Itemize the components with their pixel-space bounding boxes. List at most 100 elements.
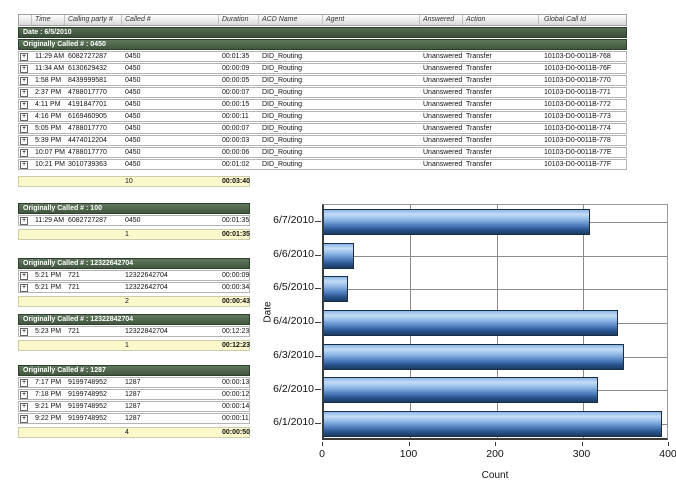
expand-row-button[interactable]: + [20, 53, 28, 61]
summary-count: 1 [122, 341, 219, 350]
call-row[interactable]: +10:07 PM4788017770045000:00:06DID_Routi… [18, 147, 627, 158]
y-tick-mark [315, 389, 321, 390]
cell-answered: Unanswered [420, 124, 463, 133]
date-group-header[interactable]: Date : 6/5/2010 [18, 27, 627, 38]
expand-cell: + [19, 271, 32, 280]
summary-count: 10 [122, 177, 219, 186]
call-row[interactable]: +5:05 PM4788017770045000:00:07DID_Routin… [18, 123, 627, 134]
cell-action: Transfer [463, 112, 539, 121]
cell-calling: 721 [65, 283, 122, 292]
cell-answered: Unanswered [420, 136, 463, 145]
cell-called: 1287 [122, 390, 219, 399]
call-row[interactable]: +4:11 PM4191847701045000:00:15DID_Routin… [18, 99, 627, 110]
column-header-answered[interactable]: Answered [420, 15, 463, 25]
call-row[interactable]: +7:17 PM9199748952128700:00:13 [18, 377, 250, 388]
summary-spacer [65, 230, 122, 239]
cell-calling: 9199748952 [65, 402, 122, 411]
expand-row-button[interactable]: + [20, 284, 28, 292]
x-tick-mark [668, 442, 669, 446]
call-row[interactable]: +11:29 AM6082727287045000:01:35DID_Routi… [18, 51, 627, 62]
expand-row-button[interactable]: + [20, 403, 28, 411]
column-header-time[interactable]: Time [32, 15, 65, 25]
column-header-called[interactable]: Called # [122, 15, 219, 25]
expand-row-button[interactable]: + [20, 217, 28, 225]
column-header-calling[interactable]: Calling party # [65, 15, 122, 25]
expand-row-button[interactable]: + [20, 101, 28, 109]
y-category-label: 6/3/2010 [252, 339, 314, 373]
expand-row-button[interactable]: + [20, 149, 28, 157]
group-header[interactable]: Originally Called # : 12322642704 [18, 258, 250, 269]
group-header[interactable]: Originally Called # : 12322842704 [18, 314, 250, 325]
expand-row-button[interactable]: + [20, 137, 28, 145]
x-tick-label: 400 [648, 448, 676, 460]
cell-time: 7:18 PM [32, 390, 65, 399]
call-row[interactable]: +9:22 PM9199748952128700:00:11 [18, 413, 250, 424]
call-row[interactable]: +11:34 AM6130629432045000:00:09DID_Routi… [18, 63, 627, 74]
cell-time: 5:23 PM [32, 327, 65, 336]
cell-acd: DID_Routing [259, 76, 323, 85]
column-header-duration[interactable]: Duration [219, 15, 259, 25]
group-rows-0450: +11:29 AM6082727287045000:01:35DID_Routi… [18, 51, 627, 170]
column-header-agent[interactable]: Agent [323, 15, 420, 25]
calls-per-date-chart: Count Date 6/7/20106/6/20106/5/20106/4/2… [252, 195, 676, 485]
call-row[interactable]: +4:16 PM6169460905045000:00:11DID_Routin… [18, 111, 627, 122]
cell-duration: 00:00:05 [219, 76, 259, 85]
column-header-expand[interactable] [19, 15, 32, 25]
column-header-acd[interactable]: ACD Name [259, 15, 323, 25]
call-row[interactable]: +5:21 PM7211232264270400:00:09 [18, 270, 250, 281]
call-row[interactable]: +5:39 PM4474012204045000:00:03DID_Routin… [18, 135, 627, 146]
summary-spacer [32, 341, 65, 350]
cell-duration: 00:00:34 [219, 283, 251, 292]
call-row[interactable]: +10:21 PM3010739363045000:01:02DID_Routi… [18, 159, 627, 170]
call-row[interactable]: +2:37 PM4788017770045000:00:07DID_Routin… [18, 87, 627, 98]
x-tick-label: 0 [302, 448, 342, 460]
group-header[interactable]: Originally Called # : 1287 [18, 365, 250, 376]
y-category-label: 6/6/2010 [252, 238, 314, 272]
column-header-action[interactable]: Action [463, 15, 539, 25]
expand-row-button[interactable]: + [20, 379, 28, 387]
cell-agent [323, 136, 420, 145]
cell-acd: DID_Routing [259, 160, 323, 169]
call-row[interactable]: +1:58 PM8439999581045000:00:05DID_Routin… [18, 75, 627, 86]
summary-count: 2 [122, 297, 219, 306]
summary-spacer [32, 297, 65, 306]
cell-time: 2:37 PM [32, 88, 65, 97]
expand-row-button[interactable]: + [20, 415, 28, 423]
call-row[interactable]: +5:21 PM7211232264270400:00:34 [18, 282, 250, 293]
call-row[interactable]: +11:29 AM6082727287045000:01:35 [18, 215, 250, 226]
cell-time: 5:39 PM [32, 136, 65, 145]
x-tick-mark [582, 442, 583, 446]
expand-row-button[interactable]: + [20, 113, 28, 121]
expand-row-button[interactable]: + [20, 77, 28, 85]
expand-row-button[interactable]: + [20, 391, 28, 399]
cell-acd: DID_Routing [259, 112, 323, 121]
x-tick-label: 200 [475, 448, 515, 460]
expand-row-button[interactable]: + [20, 161, 28, 169]
expand-row-button[interactable]: + [20, 272, 28, 280]
cell-answered: Unanswered [420, 76, 463, 85]
expand-cell: + [19, 136, 32, 145]
expand-cell: + [19, 283, 32, 292]
cell-time: 4:11 PM [32, 100, 65, 109]
expand-row-button[interactable]: + [20, 125, 28, 133]
cell-duration: 00:01:35 [219, 52, 259, 61]
cell-time: 9:21 PM [32, 402, 65, 411]
cell-called: 0450 [122, 112, 219, 121]
group-summary-row: 400:00:50 [18, 427, 250, 438]
group-summary-row: 200:00:43 [18, 296, 250, 307]
expand-cell: + [19, 76, 32, 85]
cell-called: 0450 [122, 136, 219, 145]
expand-row-button[interactable]: + [20, 65, 28, 73]
bar-6-5-2010 [324, 276, 348, 302]
column-header-global_id[interactable]: Global Call Id [539, 15, 628, 25]
group-header-0450[interactable]: Originally Called # : 0450 [18, 39, 627, 50]
call-row[interactable]: +5:23 PM7211232284270400:12:23 [18, 326, 250, 337]
call-row[interactable]: +9:21 PM9199748952128700:00:14 [18, 401, 250, 412]
cell-global_id: 10103-D0-0011B-77F [539, 160, 628, 169]
x-tick-label: 100 [389, 448, 429, 460]
expand-row-button[interactable]: + [20, 328, 28, 336]
expand-cell: + [19, 327, 32, 336]
group-header[interactable]: Originally Called # : 100 [18, 203, 250, 214]
call-row[interactable]: +7:18 PM9199748952128700:00:12 [18, 389, 250, 400]
expand-row-button[interactable]: + [20, 89, 28, 97]
